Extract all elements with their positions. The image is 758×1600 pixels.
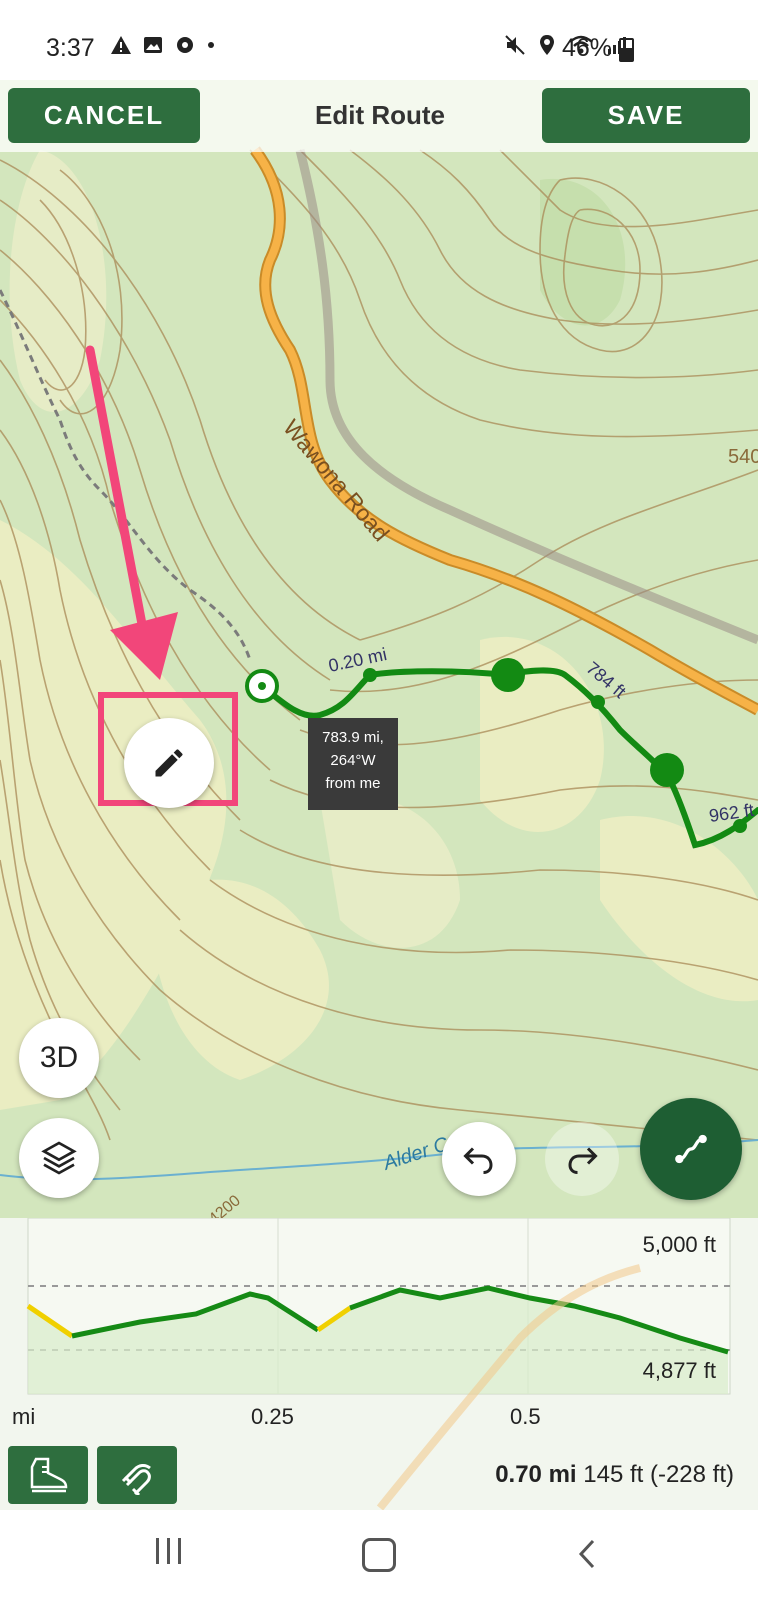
route-elevation-gain: 145 ft (-228 ft) (583, 1461, 734, 1488)
distance-tooltip: 783.9 mi, 264°W from me (308, 718, 398, 810)
cancel-button[interactable]: CANCEL (8, 88, 200, 143)
recent-apps-button[interactable] (148, 1538, 188, 1574)
route-midpoint-handle[interactable] (363, 668, 377, 682)
system-nav-bar (0, 1510, 758, 1600)
min-elevation-label: 4,877 ft (642, 1358, 716, 1383)
edit-button[interactable] (124, 718, 214, 808)
tooltip-line: from me (325, 775, 381, 792)
max-elevation-label: 5,000 ft (642, 1232, 716, 1257)
back-button[interactable] (575, 1538, 599, 1575)
save-button[interactable]: SAVE (542, 88, 750, 143)
dot-icon (208, 42, 214, 48)
page-title: Edit Route (315, 100, 445, 130)
contour-label-540: 540 (728, 446, 758, 468)
recent-apps-icon (177, 1538, 181, 1564)
magnet-icon (121, 1464, 151, 1495)
status-time: 3:37 (46, 34, 95, 62)
home-button[interactable] (362, 1538, 396, 1572)
status-left-icons (110, 34, 216, 56)
undo-button[interactable] (442, 1122, 516, 1196)
route-distance: 0.70 mi (495, 1461, 577, 1488)
warning-icon (111, 36, 131, 54)
location-icon (540, 35, 554, 55)
topo-map[interactable]: 540 4200 Wawona Road Alder C 0.20 mi 784… (0, 80, 758, 1220)
x-axis-unit: mi (12, 1404, 36, 1429)
layers-icon (41, 1141, 77, 1175)
pencil-icon (155, 749, 183, 777)
gear-icon (177, 37, 193, 53)
recent-apps-icon (166, 1538, 170, 1564)
map-canvas: 540 4200 Wawona Road Alder C 0.20 mi 784… (0, 80, 758, 1220)
undo-icon (463, 1147, 493, 1174)
route-icon (675, 1134, 707, 1164)
redo-button[interactable] (545, 1122, 619, 1196)
x-tick-label: 0.25 (251, 1404, 294, 1429)
mute-icon (505, 35, 525, 55)
battery-icon (619, 38, 634, 62)
layers-button[interactable] (19, 1118, 99, 1198)
tooltip-line: 264°W (330, 752, 376, 769)
route-mode-button[interactable] (640, 1098, 742, 1200)
route-midpoint-handle[interactable] (591, 695, 605, 709)
hiking-mode-button[interactable] (8, 1446, 88, 1504)
elevation-panel: 5,000 ft 4,877 ft mi 0.25 0.5 0.70 mi 14… (0, 1218, 758, 1510)
hiking-boot-icon (30, 1457, 68, 1493)
route-start-dot (258, 682, 266, 690)
redo-icon (568, 1147, 598, 1174)
recent-apps-icon (155, 1538, 159, 1564)
image-icon (144, 37, 162, 53)
status-bar: 3:37 46% (0, 0, 758, 80)
route-summary: 0.70 mi 145 ft (-228 ft) (495, 1461, 734, 1489)
route-waypoint[interactable] (650, 753, 684, 787)
3d-toggle-button[interactable]: 3D (19, 1018, 99, 1098)
x-tick-label: 0.5 (510, 1404, 541, 1429)
battery-percent: 46% (562, 34, 613, 62)
back-icon (578, 1539, 595, 1569)
route-waypoint[interactable] (491, 658, 525, 692)
snap-to-trail-button[interactable] (97, 1446, 177, 1504)
tooltip-line: 783.9 mi, (322, 729, 384, 746)
